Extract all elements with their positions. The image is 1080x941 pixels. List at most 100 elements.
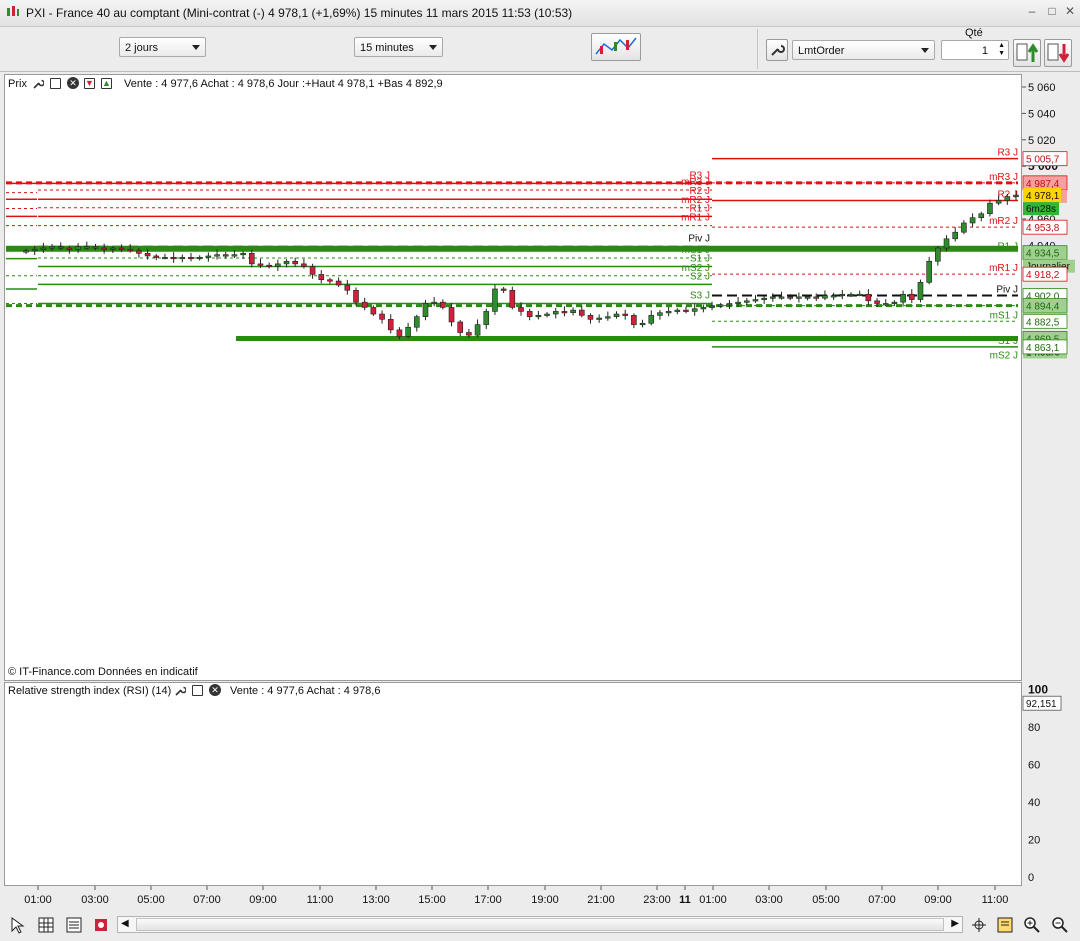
candle-body xyxy=(848,293,854,297)
pivot-level-label: mR3 J xyxy=(989,172,1018,183)
bottom-toolbar: ◀ ▶ xyxy=(0,910,1080,941)
candle-body xyxy=(735,301,741,304)
candle-body xyxy=(344,284,351,291)
candle-body xyxy=(596,317,602,320)
time-axis-label: 11:00 xyxy=(982,894,1009,906)
candle-body xyxy=(57,246,64,249)
candle-body xyxy=(170,256,177,260)
candle-body xyxy=(961,222,967,233)
candle-body xyxy=(387,319,394,331)
candle-body xyxy=(153,255,160,258)
candle-body xyxy=(535,315,542,318)
candle-body xyxy=(266,264,272,268)
time-axis-label: 05:00 xyxy=(812,894,840,906)
scroll-right-icon[interactable]: ▶ xyxy=(951,918,959,929)
pin-icon[interactable] xyxy=(92,916,110,934)
rsi-value-label: 92,151 xyxy=(1026,699,1057,710)
candle-body xyxy=(743,300,750,303)
price-tag-label: 4 934,5 xyxy=(1026,249,1060,260)
rsi-axis-tick-label: 20 xyxy=(1028,835,1040,847)
candle-body xyxy=(466,332,472,336)
candle-body xyxy=(110,247,116,250)
time-axis-label: 21:00 xyxy=(587,894,615,906)
ruler-icon[interactable] xyxy=(970,916,988,934)
candle-body xyxy=(856,293,863,297)
candle-body xyxy=(770,296,776,299)
zoom-out-icon[interactable] xyxy=(1051,916,1069,934)
candle-body xyxy=(726,303,733,306)
rsi-axis-tick-label: 80 xyxy=(1028,722,1040,734)
candle-body xyxy=(283,260,290,265)
rsi-axis-tick-label: 60 xyxy=(1028,760,1040,772)
candle-body xyxy=(648,315,655,324)
candle-body xyxy=(917,282,924,300)
scroll-thumb[interactable] xyxy=(136,918,944,931)
list-icon[interactable] xyxy=(65,916,83,934)
candle-body xyxy=(605,316,611,319)
close-pane-icon[interactable]: ✕ xyxy=(209,684,221,696)
candle-body xyxy=(969,217,976,224)
candle-body xyxy=(787,296,794,299)
candle-body xyxy=(361,301,368,308)
candle-body xyxy=(865,293,872,302)
candle-body xyxy=(987,202,993,215)
candle-body xyxy=(622,313,629,316)
time-axis-label: 03:00 xyxy=(81,894,109,906)
candle-body xyxy=(900,293,906,303)
candle-body xyxy=(822,295,828,299)
candle-body xyxy=(396,329,403,337)
candle-body xyxy=(700,307,707,310)
candle-body xyxy=(66,247,73,250)
price-axis-tick-label: 5 040 xyxy=(1028,108,1056,120)
grid-icon[interactable] xyxy=(37,916,55,934)
time-axis-label: 03:00 xyxy=(755,894,783,906)
pivot-level-label: S3 J xyxy=(690,290,710,301)
zoom-in-icon[interactable] xyxy=(1023,916,1041,934)
scroll-left-icon[interactable]: ◀ xyxy=(121,918,129,929)
candle-body xyxy=(492,288,498,312)
candle-body xyxy=(431,301,437,304)
candle-body xyxy=(301,263,307,267)
candle-body xyxy=(717,304,724,307)
time-axis-label: 17:00 xyxy=(474,894,502,906)
rsi-info: Vente : 4 977,6 Achat : 4 978,6 xyxy=(230,685,381,697)
candle-body xyxy=(665,311,672,314)
candle-body xyxy=(127,249,134,252)
candle-body xyxy=(275,263,281,267)
price-tag-label: 4 882,5 xyxy=(1026,317,1060,328)
last-price-label: 4 978,1 xyxy=(1026,191,1060,202)
candle-body xyxy=(335,280,342,286)
time-axis-label: 07:00 xyxy=(868,894,896,906)
rsi-pane[interactable] xyxy=(4,682,1022,886)
candle-body xyxy=(891,301,898,304)
pivot-level-label: mS2 J xyxy=(990,351,1018,362)
countdown-label: 6m28s xyxy=(1026,204,1056,215)
candle-body xyxy=(570,309,576,314)
candle-body xyxy=(40,247,47,250)
pivot-level-label: R1 J xyxy=(997,242,1018,253)
candle-body xyxy=(752,299,759,302)
candle-body xyxy=(23,250,29,253)
price-tag-label: 4 953,8 xyxy=(1026,223,1060,234)
window-icon[interactable] xyxy=(192,685,203,696)
cursor-icon[interactable] xyxy=(8,916,26,934)
candle-body xyxy=(683,309,689,312)
candle-body xyxy=(839,293,846,297)
horizontal-scrollbar[interactable]: ◀ ▶ xyxy=(117,916,963,933)
wrench-icon[interactable] xyxy=(174,685,187,696)
zoom-fit-icon[interactable] xyxy=(996,916,1014,934)
candle-body xyxy=(370,307,377,315)
candle-body xyxy=(327,279,333,282)
candle-body xyxy=(83,246,90,249)
price-tag-label: 5 005,7 xyxy=(1026,155,1060,166)
pivot-level-label: mR1 J xyxy=(989,263,1018,274)
candle-body xyxy=(1013,194,1019,197)
candle-body xyxy=(674,309,681,312)
candle-body xyxy=(483,311,490,325)
candle-body xyxy=(830,295,837,298)
candle-body xyxy=(448,307,455,323)
candle-body xyxy=(926,260,932,283)
candle-body xyxy=(49,246,55,249)
candle-body xyxy=(691,308,698,312)
price-tag-label: 4 894,4 xyxy=(1026,302,1060,313)
